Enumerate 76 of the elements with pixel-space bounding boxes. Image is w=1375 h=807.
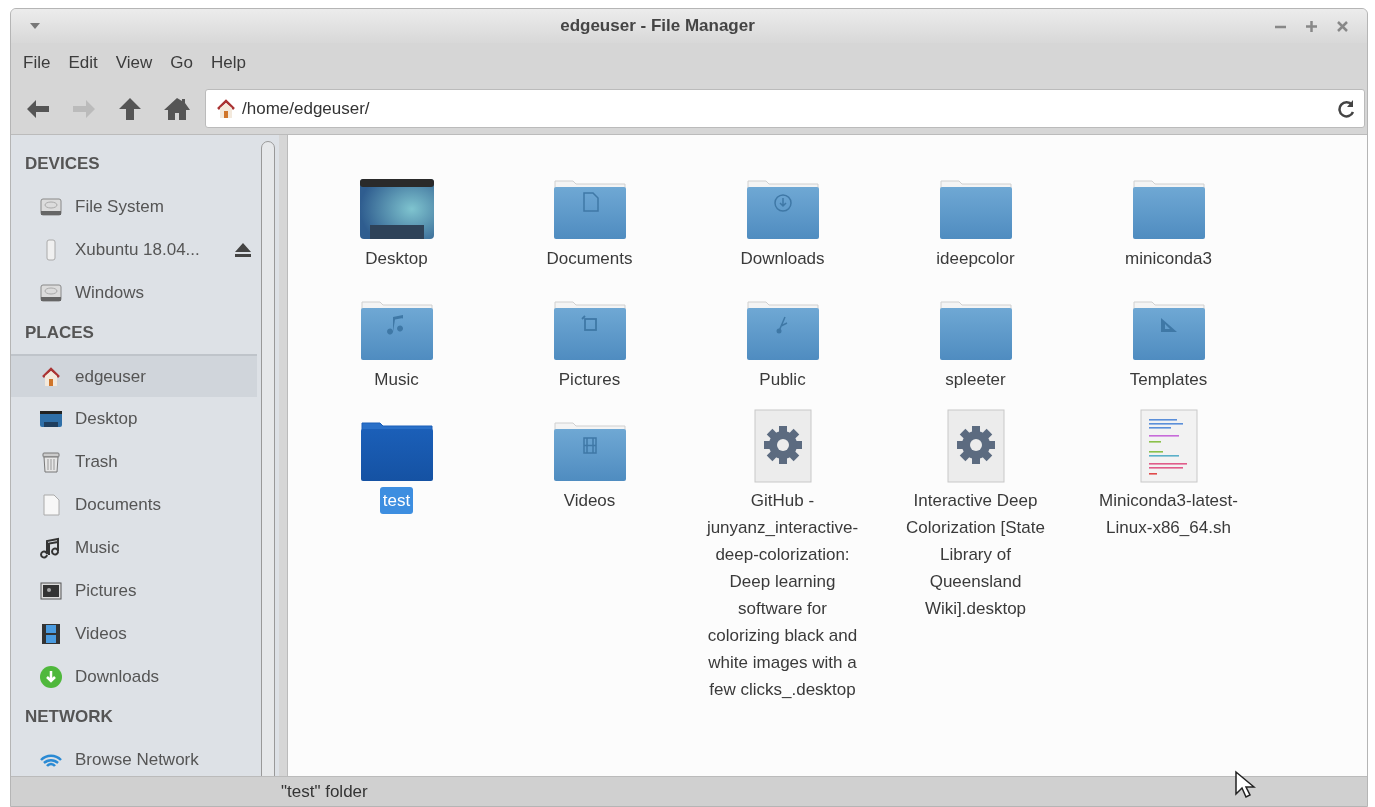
sidebar-label: Pictures xyxy=(75,579,137,602)
menu-item[interactable]: File xyxy=(14,50,60,76)
sidebar-item[interactable]: Trash xyxy=(11,440,257,483)
menu-item[interactable]: View xyxy=(106,50,162,76)
sidebar-label: Windows xyxy=(75,281,144,304)
scrollbar[interactable] xyxy=(261,141,275,776)
section-heading: NETWORK xyxy=(24,706,114,728)
sidebar-label: Trash xyxy=(75,450,118,473)
sidebar-label: Videos xyxy=(75,622,127,645)
file-label[interactable]: Music xyxy=(371,366,422,393)
eject-icon[interactable] xyxy=(233,241,253,258)
file-label[interactable]: Documents xyxy=(543,245,636,272)
file-label[interactable]: Desktop xyxy=(362,245,431,272)
file-label[interactable]: Videos xyxy=(560,487,619,514)
address-text: /home/edgeuser/ xyxy=(242,97,371,120)
sidebar-label: Desktop xyxy=(75,407,138,430)
file-label[interactable]: miniconda3 xyxy=(1122,245,1215,272)
folder-icon xyxy=(744,177,821,241)
menu-item[interactable]: Go xyxy=(161,50,202,76)
sidebar-item[interactable]: Videos xyxy=(11,612,257,655)
sidebar-item[interactable]: edgeuser xyxy=(11,354,257,397)
file-label[interactable]: ideepcolor xyxy=(933,245,1018,272)
sidebar-label: Music xyxy=(75,536,120,559)
trash-icon xyxy=(39,449,63,474)
folder-icon xyxy=(358,298,435,362)
sidebar-item[interactable]: Desktop xyxy=(11,397,257,440)
file-label[interactable]: Public xyxy=(756,366,809,393)
folder-icon xyxy=(937,177,1014,241)
close-icon[interactable] xyxy=(1336,19,1349,33)
sidebar-item[interactable]: Browse Network xyxy=(11,738,257,776)
sidebar-label: edgeuser xyxy=(75,365,146,388)
maximize-icon[interactable] xyxy=(1305,19,1318,33)
folder-icon xyxy=(551,177,628,241)
file-label[interactable]: Pictures xyxy=(555,366,624,393)
sidebar-label: Documents xyxy=(75,493,161,516)
folder-icon xyxy=(744,298,821,362)
film-icon xyxy=(39,621,63,646)
sidebar-item[interactable]: File System xyxy=(11,185,257,228)
folder-icon xyxy=(551,298,628,362)
sidebar-label: Downloads xyxy=(75,665,160,688)
sidebar-item[interactable]: Documents xyxy=(11,483,257,526)
menu-item[interactable]: Edit xyxy=(59,50,107,76)
menu-caret-icon[interactable] xyxy=(29,22,41,30)
file-label[interactable]: Downloads xyxy=(737,245,828,272)
folder-icon xyxy=(937,298,1014,362)
sidebar-item[interactable]: Pictures xyxy=(11,569,257,612)
script-icon xyxy=(1139,409,1198,483)
home-icon[interactable] xyxy=(163,96,191,121)
section-heading: DEVICES xyxy=(24,153,101,175)
window-title: edgeuser - File Manager xyxy=(559,15,756,38)
section-heading: PLACES xyxy=(24,322,95,344)
folder-icon xyxy=(551,419,628,483)
folder-icon xyxy=(1130,177,1207,241)
menu-item[interactable]: Help xyxy=(201,50,255,76)
gear-icon xyxy=(753,409,812,483)
address-field[interactable]: /home/edgeuser/ xyxy=(205,89,1365,128)
folder-icon xyxy=(1130,298,1207,362)
folder-icon xyxy=(358,419,435,483)
file-label[interactable]: Templates xyxy=(1126,366,1211,393)
file-label[interactable]: Miniconda3-latest-Linux-x86_64.sh xyxy=(1083,487,1254,541)
file-label[interactable]: GitHub - junyanz_interactive-deep-colorization: Deep learning software for colorizing black and white images with a few clicks_.desktop xyxy=(697,487,868,703)
sidebar-label: File System xyxy=(75,195,164,218)
file-label[interactable]: Interactive Deep Colorization [State Library of Queensland Wiki].desktop xyxy=(890,487,1061,622)
sidebar-label: Xubuntu 18.04... xyxy=(75,238,200,261)
reload-icon[interactable] xyxy=(1338,98,1356,119)
sidebar-item[interactable]: Music xyxy=(11,526,257,569)
file-label[interactable]: spleeter xyxy=(942,366,1009,393)
sidebar-label: Browse Network xyxy=(75,748,199,771)
status-text: "test" folder xyxy=(281,780,368,803)
desktop-icon xyxy=(358,177,435,241)
gear-icon xyxy=(946,409,1005,483)
up-arrow-icon[interactable] xyxy=(117,96,143,121)
sidebar-item[interactable]: Downloads xyxy=(11,655,257,698)
sidebar-item[interactable]: Windows xyxy=(11,271,257,314)
download-icon xyxy=(39,664,63,689)
sidebar-item[interactable]: Xubuntu 18.04... xyxy=(11,228,257,271)
